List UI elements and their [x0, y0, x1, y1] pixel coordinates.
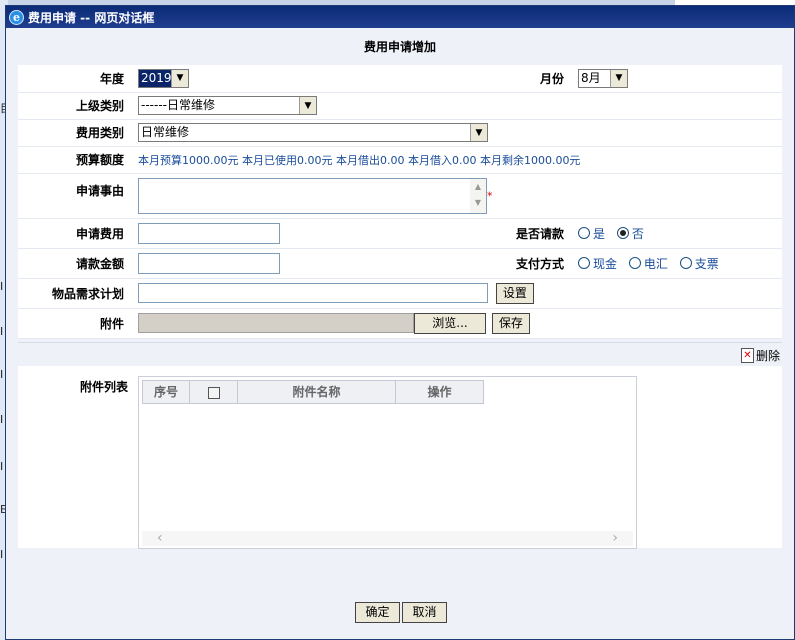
toolbar-strip: ✕ 删除: [18, 342, 782, 366]
attachment-table-header: 序号 附件名称 操作: [142, 380, 484, 404]
title-bar[interactable]: e 费用申请 -- 网页对话框: [6, 6, 794, 28]
attachment-file-input[interactable]: [138, 313, 414, 333]
dialog-content: 费用申请增加 年度 2019 ▼ 月份 8月 ▼ 上级类别 ------日常维修…: [6, 28, 794, 639]
bg-text: I: [0, 368, 4, 381]
delete-link[interactable]: ✕ 删除: [740, 347, 780, 364]
window-title: 费用申请 -- 网页对话框: [28, 10, 155, 25]
request-payment-no-label: 否: [631, 226, 644, 241]
payment-method-label: 支付方式: [452, 248, 572, 279]
budget-info: 本月预算1000.00元 本月已使用0.00元 本月借出0.00 本月借入0.0…: [138, 153, 581, 167]
column-header-index: 序号: [142, 380, 190, 404]
page-title: 费用申请增加: [363, 40, 436, 54]
column-header-action: 操作: [396, 380, 484, 404]
bg-text: I: [0, 325, 4, 338]
bg-text: I: [0, 548, 4, 561]
attachment-label: 附件: [18, 308, 132, 339]
plan-settings-button[interactable]: 设置: [495, 282, 534, 304]
bg-text: I: [0, 280, 4, 293]
plan-input[interactable]: [138, 283, 488, 303]
select-all-checkbox[interactable]: [207, 386, 220, 399]
parent-category-label: 上级类别: [18, 92, 132, 120]
bg-text: I: [0, 413, 4, 426]
payment-wire-label: 电汇: [643, 256, 668, 271]
attachment-list-label: 附件列表: [79, 380, 128, 394]
request-payment-yes-radio[interactable]: [578, 227, 590, 239]
category-select[interactable]: 日常维修 ▼: [138, 123, 488, 142]
delete-label: 删除: [755, 349, 780, 363]
year-label: 年度: [18, 65, 132, 93]
category-label: 费用类别: [18, 119, 132, 147]
dialog-window: e 费用申请 -- 网页对话框 费用申请增加 年度 2019 ▼ 月份 8月 ▼: [5, 5, 795, 640]
chevron-down-icon: ▼: [171, 69, 188, 87]
column-header-name: 附件名称: [238, 380, 396, 404]
scroll-right-icon[interactable]: ›: [612, 531, 618, 545]
parent-category-value: ------日常维修: [141, 98, 215, 112]
cancel-button[interactable]: 取消: [402, 602, 447, 623]
browse-button[interactable]: 浏览...: [414, 312, 486, 334]
delete-icon: ✕: [740, 348, 754, 363]
request-payment-no-radio[interactable]: [616, 227, 629, 239]
payment-cash-label: 现金: [593, 256, 618, 271]
payment-check-radio[interactable]: [679, 257, 692, 269]
request-payment-yes-label: 是: [593, 226, 606, 241]
payment-amount-label: 请款金额: [18, 248, 132, 279]
ok-button[interactable]: 确定: [355, 602, 400, 623]
budget-label: 预算额度: [18, 146, 132, 174]
month-select[interactable]: 8月 ▼: [578, 68, 628, 88]
attachment-list-section: 附件列表 序号 附件名称 操作 ‹ ›: [18, 366, 782, 549]
parent-category-select[interactable]: ------日常维修 ▼: [138, 96, 317, 115]
plan-label: 物品需求计划: [18, 278, 132, 309]
request-payment-label: 是否请款: [452, 218, 572, 249]
column-header-select: [190, 380, 238, 404]
payment-check-label: 支票: [694, 256, 719, 271]
textarea-scrollbar[interactable]: ▲ ▼: [470, 178, 486, 213]
payment-cash-radio[interactable]: [578, 257, 590, 269]
year-value: 2019: [139, 69, 171, 87]
expense-form: 年度 2019 ▼ 月份 8月 ▼ 上级类别 ------日常维修 ▼ 费用类别…: [18, 65, 782, 339]
payment-amount-input[interactable]: [138, 252, 280, 274]
payment-wire-radio[interactable]: [628, 257, 641, 269]
horizontal-scrollbar[interactable]: ‹ ›: [142, 531, 633, 546]
chevron-down-icon: ▼: [299, 97, 316, 114]
reason-label: 申请事由: [18, 173, 132, 219]
amount-label: 申请费用: [18, 218, 132, 249]
year-select[interactable]: 2019 ▼: [138, 68, 189, 88]
ie-icon: e: [9, 9, 24, 25]
amount-input[interactable]: [138, 222, 280, 244]
month-value: 8月: [581, 70, 601, 85]
required-mark: *: [487, 189, 493, 202]
save-attachment-button[interactable]: 保存: [491, 312, 530, 334]
scroll-left-icon[interactable]: ‹: [157, 531, 163, 545]
chevron-down-icon: ▼: [470, 124, 487, 141]
month-label: 月份: [452, 65, 572, 93]
chevron-down-icon: ▼: [610, 69, 627, 87]
reason-textarea[interactable]: ▲ ▼: [138, 177, 487, 214]
attachment-table: 序号 附件名称 操作 ‹ ›: [138, 376, 637, 549]
footer-buttons: 确定 取消: [355, 602, 447, 623]
category-value: 日常维修: [141, 125, 190, 139]
bg-text: I: [0, 460, 4, 473]
